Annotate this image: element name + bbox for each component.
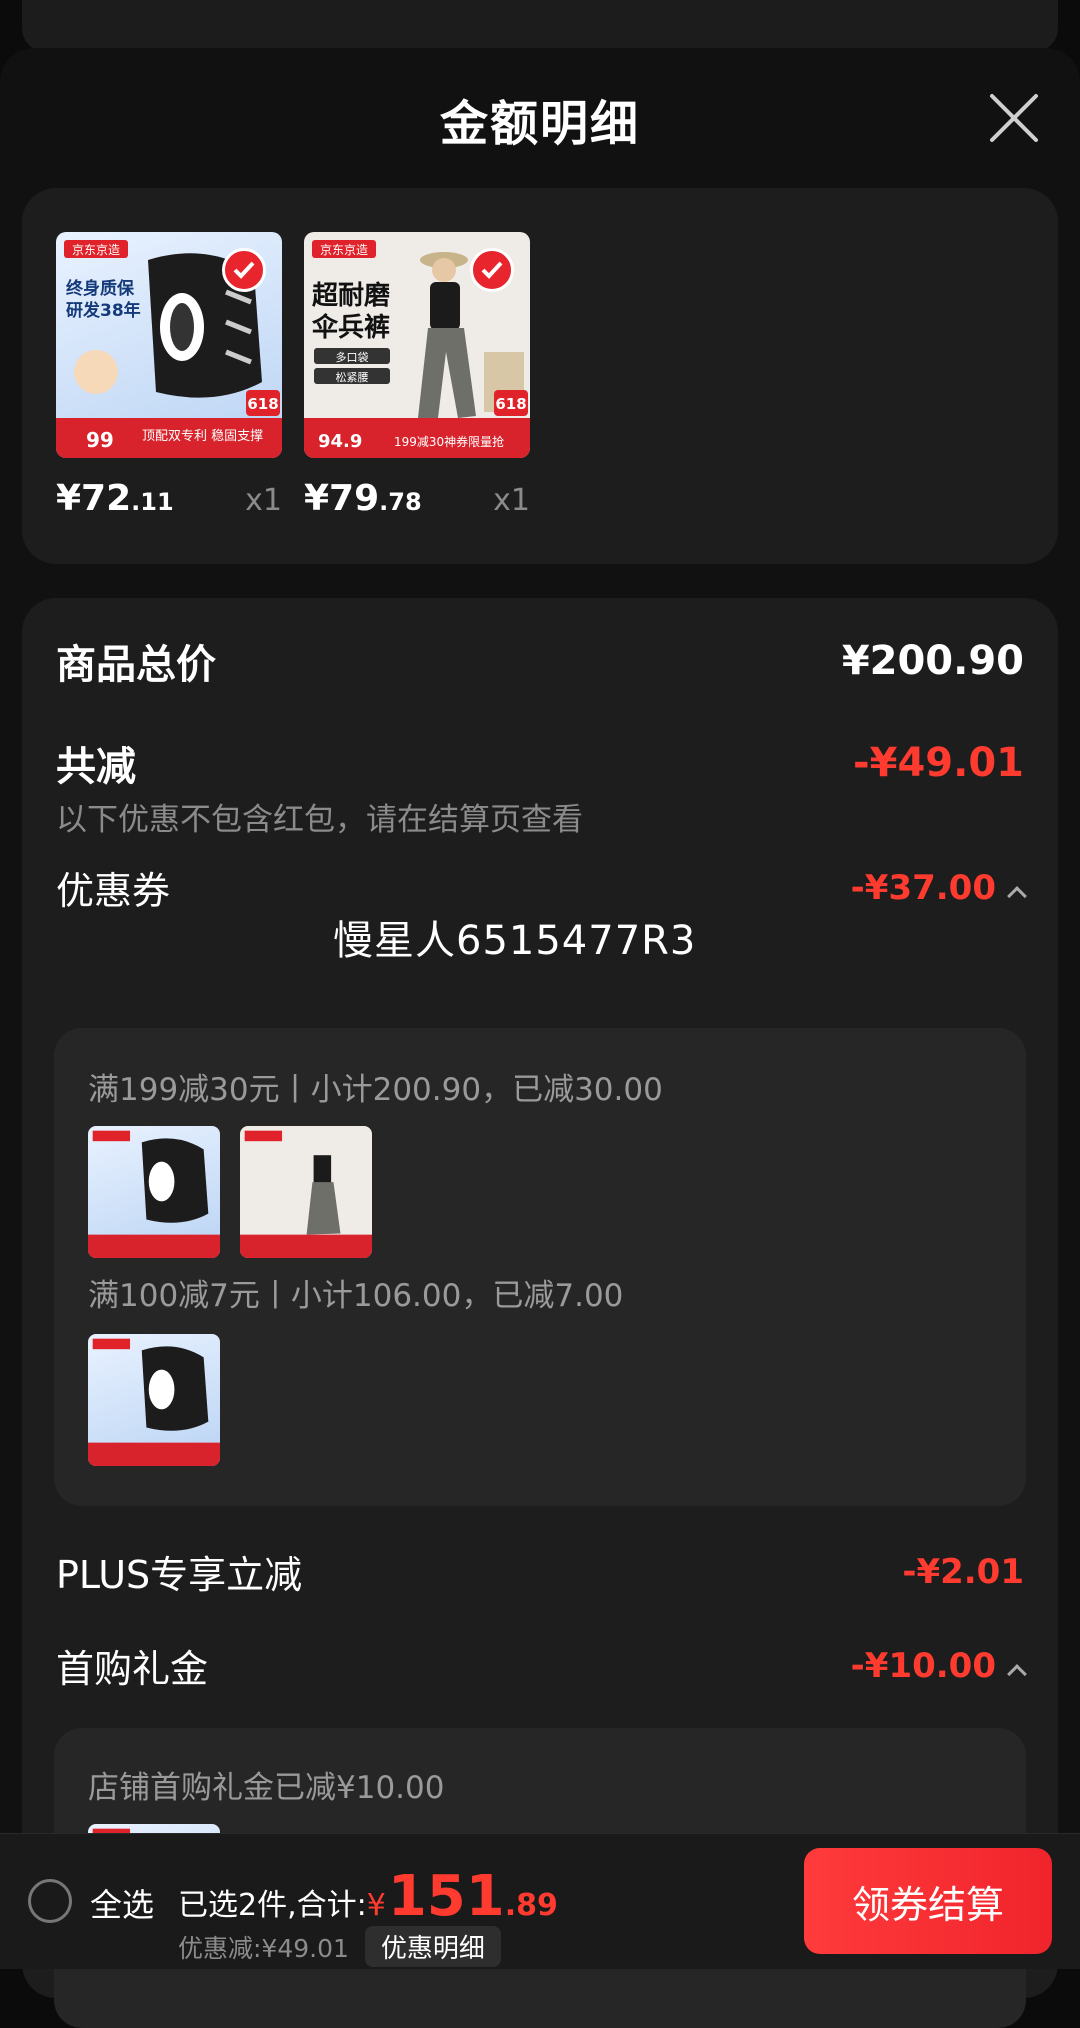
first-buy-row[interactable]: 首购礼金 -¥10.00 xyxy=(56,1638,1027,1693)
first-buy-value-group[interactable]: -¥10.00 xyxy=(850,1645,1027,1686)
background-card-edge xyxy=(22,0,1058,52)
coupon-rule: 满199减30元丨小计200.90，已减30.00 xyxy=(88,1072,663,1108)
amount-detail-sheet: 金额明细 京东京造 终身质保 研发38年 99 顶配双专利 稳固支撑 618 ¥… xyxy=(0,48,1080,2028)
product-image-knee-brace[interactable]: 京东京造 终身质保 研发38年 99 顶配双专利 稳固支撑 618 xyxy=(56,232,282,458)
discount-summary: 优惠减:¥49.01 优惠明细 xyxy=(178,1926,501,1967)
price-breakdown-card: 商品总价 ¥200.90 共减 -¥49.01 以下优惠不包含红包，请在结算页查… xyxy=(22,598,1058,2028)
chevron-up-icon[interactable] xyxy=(1007,1663,1027,1684)
first-buy-value: -¥10.00 xyxy=(850,1645,996,1686)
product-quantity: x1 xyxy=(493,483,530,518)
plus-discount-label: PLUS专享立减 xyxy=(56,1553,303,1597)
coupon-watermark-text: 慢星人6515477R3 xyxy=(333,918,697,964)
svg-text:超耐磨: 超耐磨 xyxy=(312,281,390,311)
sheet-title: 金额明细 xyxy=(439,96,640,152)
svg-text:顶配双专利 稳固支撑: 顶配双专利 稳固支撑 xyxy=(142,428,263,444)
coupon-detail-panel: 满199减30元丨小计200.90，已减30.00 满100减7元丨小计106.… xyxy=(54,1028,1026,1506)
first-buy-label: 首购礼金 xyxy=(56,1647,209,1691)
svg-text:99: 99 xyxy=(86,428,114,452)
svg-text:伞兵裤: 伞兵裤 xyxy=(311,312,390,343)
checkout-button[interactable]: 领券结算 xyxy=(804,1848,1052,1954)
coupon-product-thumb xyxy=(88,1126,220,1258)
first-buy-note: 店铺首购礼金已减¥10.00 xyxy=(88,1770,445,1806)
coupon-value-group[interactable]: -¥37.00 xyxy=(850,867,1027,908)
svg-text:京东京造: 京东京造 xyxy=(72,243,120,257)
coupon-product-thumb xyxy=(88,1334,220,1466)
reduce-note: 以下优惠不包含红包，请在结算页查看 xyxy=(56,802,583,838)
reduce-label: 共减 xyxy=(56,744,136,790)
svg-text:终身质保: 终身质保 xyxy=(66,278,135,299)
chevron-up-icon[interactable] xyxy=(1007,885,1027,906)
svg-text:京东京造: 京东京造 xyxy=(320,243,368,257)
coupon-value: -¥37.00 xyxy=(850,867,996,908)
svg-text:618: 618 xyxy=(247,395,278,413)
coupon-row[interactable]: 优惠券 -¥37.00 xyxy=(56,860,1027,915)
product-price: ¥79.78 xyxy=(304,478,422,519)
selected-products-card: 京东京造 终身质保 研发38年 99 顶配双专利 稳固支撑 618 ¥72.11… xyxy=(22,188,1058,564)
checked-icon[interactable] xyxy=(222,248,266,292)
goods-total-value: ¥200.90 xyxy=(841,638,1024,684)
coupon-label: 优惠券 xyxy=(56,869,171,913)
checkout-bar: 全选 已选2件,合计: ¥151.89 优惠减:¥49.01 优惠明细 领券结算 xyxy=(0,1833,1080,1969)
select-all-radio[interactable] xyxy=(28,1879,72,1923)
goods-total-label: 商品总价 xyxy=(56,642,216,688)
product-quantity: x1 xyxy=(245,483,282,518)
product-price: ¥72.11 xyxy=(56,478,174,519)
svg-text:618: 618 xyxy=(495,395,526,413)
product-image-pants[interactable]: 京东京造 超耐磨 伞兵裤 多口袋 松紧腰 94.9 199减30神券限量抢 61… xyxy=(304,232,530,458)
product-item[interactable]: 京东京造 终身质保 研发38年 99 顶配双专利 稳固支撑 618 ¥72.11… xyxy=(56,232,282,519)
svg-text:松紧腰: 松紧腰 xyxy=(336,370,369,384)
product-item[interactable]: 京东京造 超耐磨 伞兵裤 多口袋 松紧腰 94.9 199减30神券限量抢 61… xyxy=(304,232,530,519)
discount-detail-button[interactable]: 优惠明细 xyxy=(364,1926,501,1967)
coupon-product-thumb xyxy=(240,1126,372,1258)
svg-text:多口袋: 多口袋 xyxy=(336,350,369,364)
plus-discount-value: -¥2.01 xyxy=(902,1551,1024,1592)
svg-text:研发38年: 研发38年 xyxy=(66,300,141,321)
svg-text:199减30神券限量抢: 199减30神券限量抢 xyxy=(394,434,504,449)
checked-icon[interactable] xyxy=(470,248,514,292)
discount-amount: 优惠减:¥49.01 xyxy=(178,1933,349,1963)
close-icon[interactable] xyxy=(986,90,1042,146)
svg-text:94.9: 94.9 xyxy=(318,431,362,452)
coupon-rule: 满100减7元丨小计106.00，已减7.00 xyxy=(88,1278,624,1314)
reduce-value: -¥49.01 xyxy=(853,740,1024,786)
selected-total: 已选2件,合计: ¥151.89 xyxy=(178,1864,558,1929)
select-all-label[interactable]: 全选 xyxy=(90,1880,154,1926)
